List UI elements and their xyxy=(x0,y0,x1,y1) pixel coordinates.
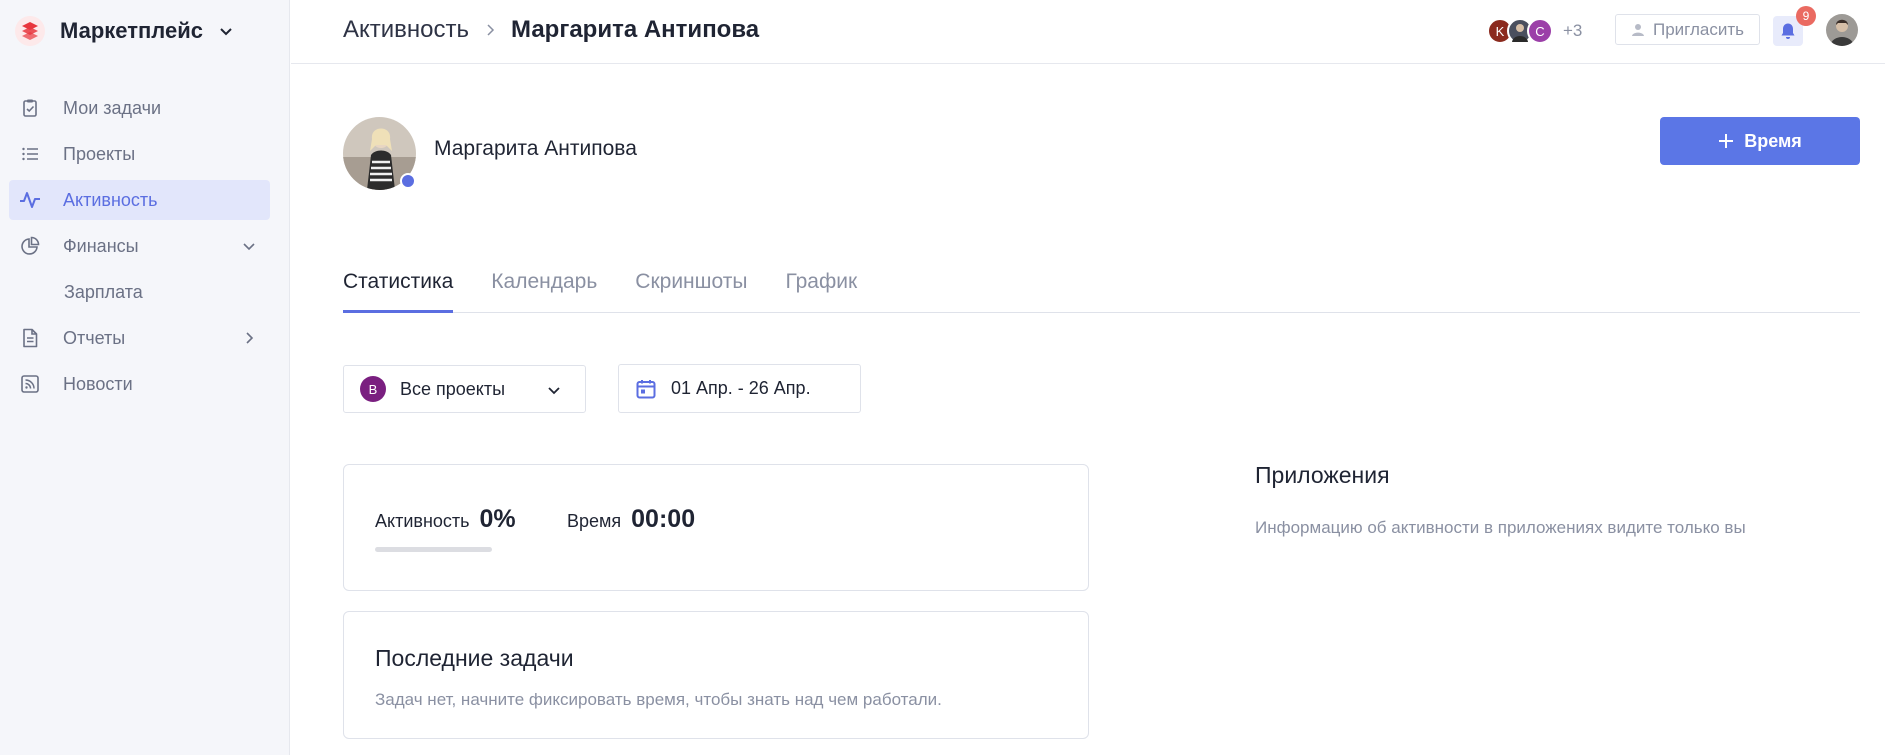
sidebar-item-finance[interactable]: Финансы xyxy=(9,226,270,266)
project-select-value: Все проекты xyxy=(400,378,506,399)
applications-title: Приложения xyxy=(1255,462,1390,488)
sidebar-item-label: Активность xyxy=(63,189,158,210)
breadcrumb-parent-link[interactable]: Активность xyxy=(343,16,469,44)
activity-stats-card: Активность 0% Время 00:00 xyxy=(343,464,1089,591)
user-icon xyxy=(1631,23,1644,36)
time-stat: Время 00:00 xyxy=(567,505,695,534)
profile-name: Маргарита Антипова xyxy=(434,137,637,160)
activity-stat: Активность 0% xyxy=(375,505,516,534)
sidebar-item-activity[interactable]: Активность xyxy=(9,180,270,220)
list-icon xyxy=(19,143,41,165)
time-value: 00:00 xyxy=(631,505,696,533)
tab-schedule[interactable]: График xyxy=(785,262,857,313)
bell-icon xyxy=(1781,23,1795,39)
clipboard-check-icon xyxy=(19,97,41,119)
project-badge: B xyxy=(360,376,386,402)
sidebar-item-label: Финансы xyxy=(63,235,139,256)
activity-progress-bar xyxy=(375,547,492,552)
workspace-name: Маркетплейс xyxy=(60,18,203,43)
recent-tasks-title: Последние задачи xyxy=(375,645,574,671)
avatar[interactable]: C xyxy=(1527,18,1553,44)
add-time-button[interactable]: Время xyxy=(1660,117,1860,165)
invite-button[interactable]: Пригласить xyxy=(1615,14,1760,45)
invite-label: Пригласить xyxy=(1652,19,1744,39)
top-header: Активность Маргарита Антипова K C +3 При… xyxy=(291,0,1885,64)
sidebar-item-label: Мои задачи xyxy=(63,97,162,118)
sidebar-item-my-tasks[interactable]: Мои задачи xyxy=(9,88,270,128)
activity-icon xyxy=(19,189,41,211)
sidebar-item-projects[interactable]: Проекты xyxy=(9,134,270,174)
breadcrumb: Активность Маргарита Антипова xyxy=(343,16,759,44)
calendar-icon xyxy=(636,379,656,398)
notification-count-badge: 9 xyxy=(1796,6,1816,26)
sidebar-item-news[interactable]: Новости xyxy=(9,364,270,404)
add-time-label: Время xyxy=(1744,130,1802,151)
page-title: Маргарита Антипова xyxy=(511,16,760,43)
sidebar-nav: Мои задачи Проекты Активность Финансы За… xyxy=(9,88,270,410)
sidebar: Маркетплейс Мои задачи Проекты Активност… xyxy=(0,0,290,755)
sidebar-item-salary[interactable]: Зарплата xyxy=(9,272,270,312)
tab-calendar[interactable]: Календарь xyxy=(491,262,597,313)
activity-label: Активность xyxy=(375,511,470,531)
sidebar-item-label: Новости xyxy=(63,373,133,394)
tab-statistics[interactable]: Статистика xyxy=(343,262,454,313)
date-range-value: 01 Апр. - 26 Апр. xyxy=(671,378,811,398)
workspace-switcher[interactable]: Маркетплейс xyxy=(14,14,235,48)
online-status-indicator xyxy=(400,173,416,189)
chevron-down-icon xyxy=(243,243,255,251)
chevron-right-icon xyxy=(487,24,495,36)
activity-value: 0% xyxy=(479,505,516,533)
plus-icon xyxy=(1719,134,1734,148)
chevron-down-icon xyxy=(548,387,560,395)
tab-bar: Статистика Календарь Скриншоты График xyxy=(343,262,1860,313)
team-avatars[interactable]: K C +3 xyxy=(1487,18,1582,44)
sidebar-item-label: Отчеты xyxy=(63,327,126,348)
user-photo-icon xyxy=(1826,14,1858,46)
rss-icon xyxy=(19,373,41,395)
document-icon xyxy=(19,327,41,349)
time-label: Время xyxy=(567,511,622,531)
app-logo-icon xyxy=(15,16,45,46)
sidebar-item-label: Проекты xyxy=(63,143,136,164)
recent-tasks-empty-text: Задач нет, начните фиксировать время, чт… xyxy=(375,690,942,709)
tab-screenshots[interactable]: Скриншоты xyxy=(635,262,747,313)
recent-tasks-card: Последние задачи Задач нет, начните фикс… xyxy=(343,611,1089,739)
project-select[interactable]: B Все проекты xyxy=(343,365,586,413)
date-range-picker[interactable]: 01 Апр. - 26 Апр. xyxy=(618,364,861,413)
pie-chart-icon xyxy=(19,235,41,257)
more-members-count[interactable]: +3 xyxy=(1563,21,1582,41)
sidebar-item-reports[interactable]: Отчеты xyxy=(9,318,270,358)
applications-note: Информацию об активности в приложениях в… xyxy=(1255,518,1746,537)
user-menu-avatar[interactable] xyxy=(1826,14,1858,46)
chevron-right-icon xyxy=(246,332,254,344)
chevron-down-icon xyxy=(220,28,232,36)
